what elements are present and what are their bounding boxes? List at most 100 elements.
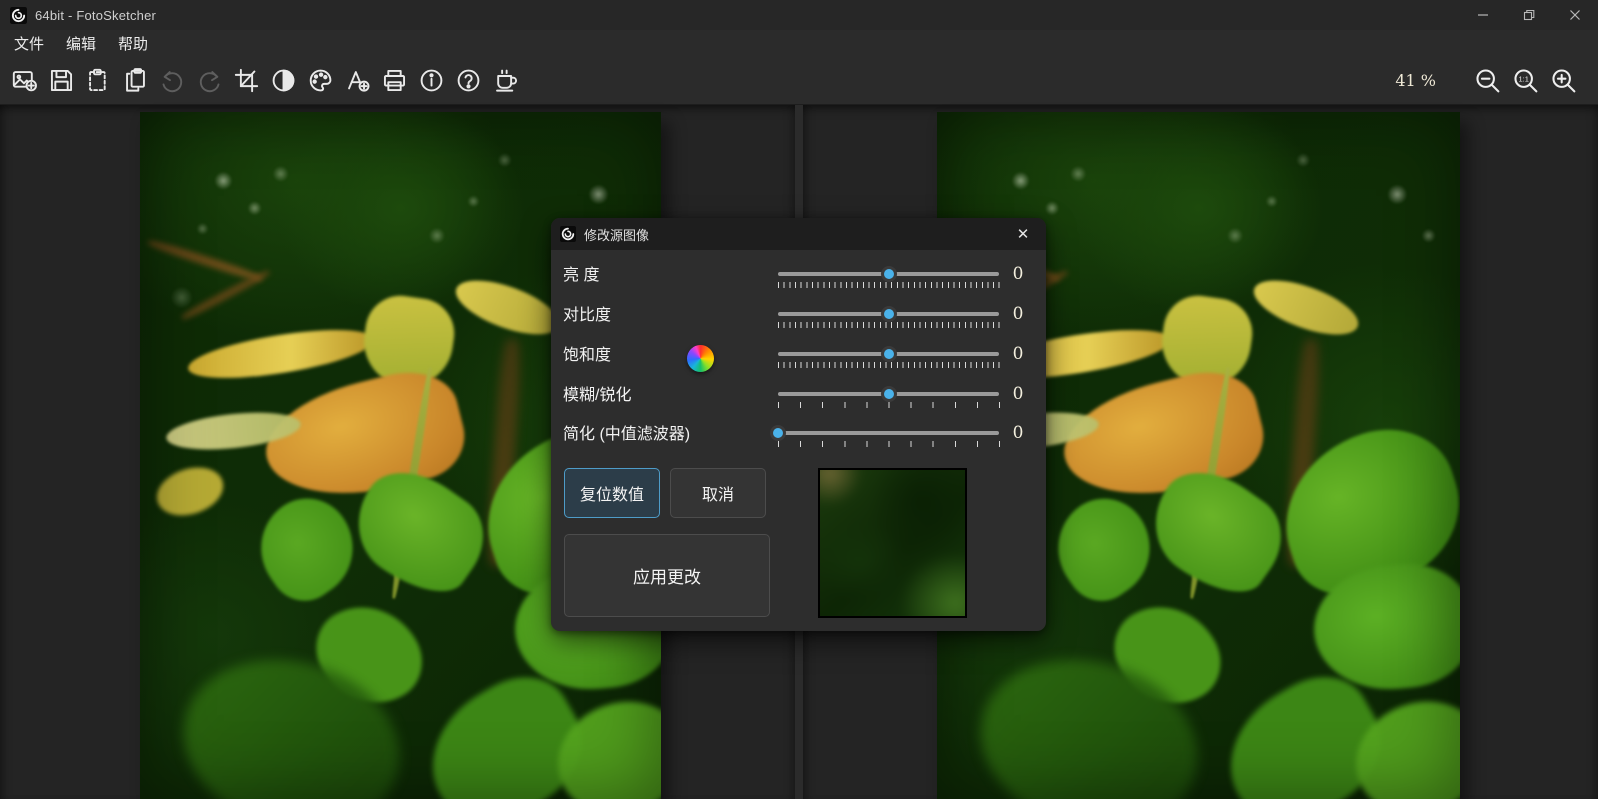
leaf-shape	[1099, 585, 1235, 725]
toolbar: 41 % 1:1	[0, 57, 1598, 105]
slider-ticks	[778, 282, 1000, 288]
titlebar[interactable]: 64bit - FotoSketcher	[0, 0, 1598, 30]
add-text-button[interactable]	[339, 61, 376, 101]
dialog-close-button[interactable]: ✕	[1000, 218, 1046, 250]
minimize-button[interactable]	[1460, 0, 1506, 30]
menu-item-2[interactable]: 帮助	[107, 30, 159, 57]
leaf-shape	[406, 658, 604, 799]
contrast-icon	[270, 67, 297, 94]
slider-thumb[interactable]	[880, 306, 897, 322]
print-icon	[381, 67, 408, 94]
info-icon	[418, 67, 445, 94]
palette-icon	[307, 67, 334, 94]
slider-value: 0	[1012, 423, 1024, 443]
slider-thumb[interactable]	[880, 346, 897, 362]
slider-ticks	[778, 402, 1000, 408]
menu-item-1[interactable]: 编辑	[55, 30, 107, 57]
clipboard-dashed-icon	[85, 67, 112, 94]
slider-thumb[interactable]	[880, 386, 897, 402]
slider-thumb[interactable]	[880, 266, 897, 282]
slider-ticks	[778, 441, 1000, 447]
paste-icon	[122, 67, 149, 94]
about-button[interactable]	[413, 61, 450, 101]
redo-button	[191, 61, 228, 101]
dialog-title: 修改源图像	[584, 227, 650, 243]
color-wheel-icon	[687, 345, 714, 372]
open-image-icon	[11, 67, 38, 94]
fotosketcher-logo-icon	[10, 6, 27, 24]
toolbar-zoom-group: 41 % 1:1	[1395, 61, 1598, 101]
menubar: 文件 编辑 帮助	[0, 30, 1598, 57]
leaf-shape	[146, 237, 264, 284]
palette-button[interactable]	[302, 61, 339, 101]
zoom-out-icon	[1473, 66, 1502, 95]
redo-icon	[196, 67, 223, 94]
leaf-shape	[335, 451, 502, 611]
donate-button[interactable]	[487, 61, 524, 101]
slider-label: 饱和度	[563, 347, 612, 364]
leaf-shape	[1247, 269, 1365, 346]
leaf-shape	[1204, 658, 1402, 799]
print-button[interactable]	[376, 61, 413, 101]
leaf-shape	[150, 459, 229, 524]
leaf-shape	[1038, 481, 1171, 615]
leaf-shape	[541, 683, 661, 799]
help-icon	[455, 67, 482, 94]
slider-value: 0	[1012, 264, 1024, 284]
zoom-level: 41 %	[1395, 71, 1436, 90]
leaf-shape	[164, 407, 303, 456]
slider-value: 0	[1012, 344, 1024, 364]
close-button[interactable]	[1552, 0, 1598, 30]
reset-values-button[interactable]: 复位数值	[564, 468, 660, 518]
add-text-icon	[344, 67, 371, 94]
leaf-shape	[1052, 360, 1272, 516]
zoom-actual-button[interactable]: 1:1	[1506, 61, 1544, 101]
leaf-shape	[486, 338, 523, 566]
copy-button[interactable]	[80, 61, 117, 101]
leaf-shape	[448, 269, 566, 346]
leaf-shape	[961, 635, 1217, 799]
contrast-button[interactable]	[265, 61, 302, 101]
fotosketcher-logo-icon	[560, 226, 576, 242]
slider-label: 对比度	[563, 307, 612, 324]
leaf-shape	[358, 291, 459, 393]
undo-icon	[159, 67, 186, 94]
crop-icon	[233, 67, 260, 94]
menu-item-0[interactable]: 文件	[3, 30, 55, 57]
slider-ticks	[778, 362, 1000, 368]
preview-thumbnail	[818, 468, 967, 618]
leaf-shape	[390, 367, 435, 599]
leaf-shape	[1263, 411, 1460, 610]
cancel-button[interactable]: 取消	[670, 468, 766, 518]
slider-track[interactable]	[778, 431, 999, 435]
dialog-titlebar[interactable]: 修改源图像 ✕	[551, 218, 1046, 250]
paste-button[interactable]	[117, 61, 154, 101]
leaf-shape	[164, 636, 419, 799]
save-button[interactable]	[43, 61, 80, 101]
open-image-button[interactable]	[6, 61, 43, 101]
slider-thumb[interactable]	[770, 425, 786, 441]
leaf-shape	[1284, 338, 1322, 566]
crop-button[interactable]	[228, 61, 265, 101]
leaf-shape	[1308, 558, 1460, 696]
leaf-shape	[1188, 367, 1233, 599]
zoom-in-button[interactable]	[1544, 61, 1582, 101]
save-icon	[48, 67, 75, 94]
restore-icon	[1523, 9, 1535, 21]
minimize-icon	[1477, 9, 1489, 21]
help-button[interactable]	[450, 61, 487, 101]
window-controls	[1460, 0, 1598, 30]
zoom-1-1-icon: 1:1	[1511, 66, 1540, 95]
apply-changes-button[interactable]: 应用更改	[564, 534, 770, 617]
slider-ticks	[778, 322, 1000, 328]
svg-text:1:1: 1:1	[1518, 74, 1528, 83]
modify-source-dialog: 修改源图像 ✕ 亮 度 0 对比度 0 饱和度 0 模糊/锐化 0 简化 (中值滤波器) 0 复位…	[551, 218, 1046, 631]
zoom-out-button[interactable]	[1468, 61, 1506, 101]
slider-label: 简化 (中值滤波器)	[563, 426, 691, 443]
restore-button[interactable]	[1506, 0, 1552, 30]
leaf-shape	[240, 481, 373, 615]
slider-label: 模糊/锐化	[563, 387, 632, 404]
leaf-shape	[1156, 291, 1257, 393]
leaf-shape	[254, 361, 474, 516]
leaf-shape	[1340, 683, 1460, 799]
